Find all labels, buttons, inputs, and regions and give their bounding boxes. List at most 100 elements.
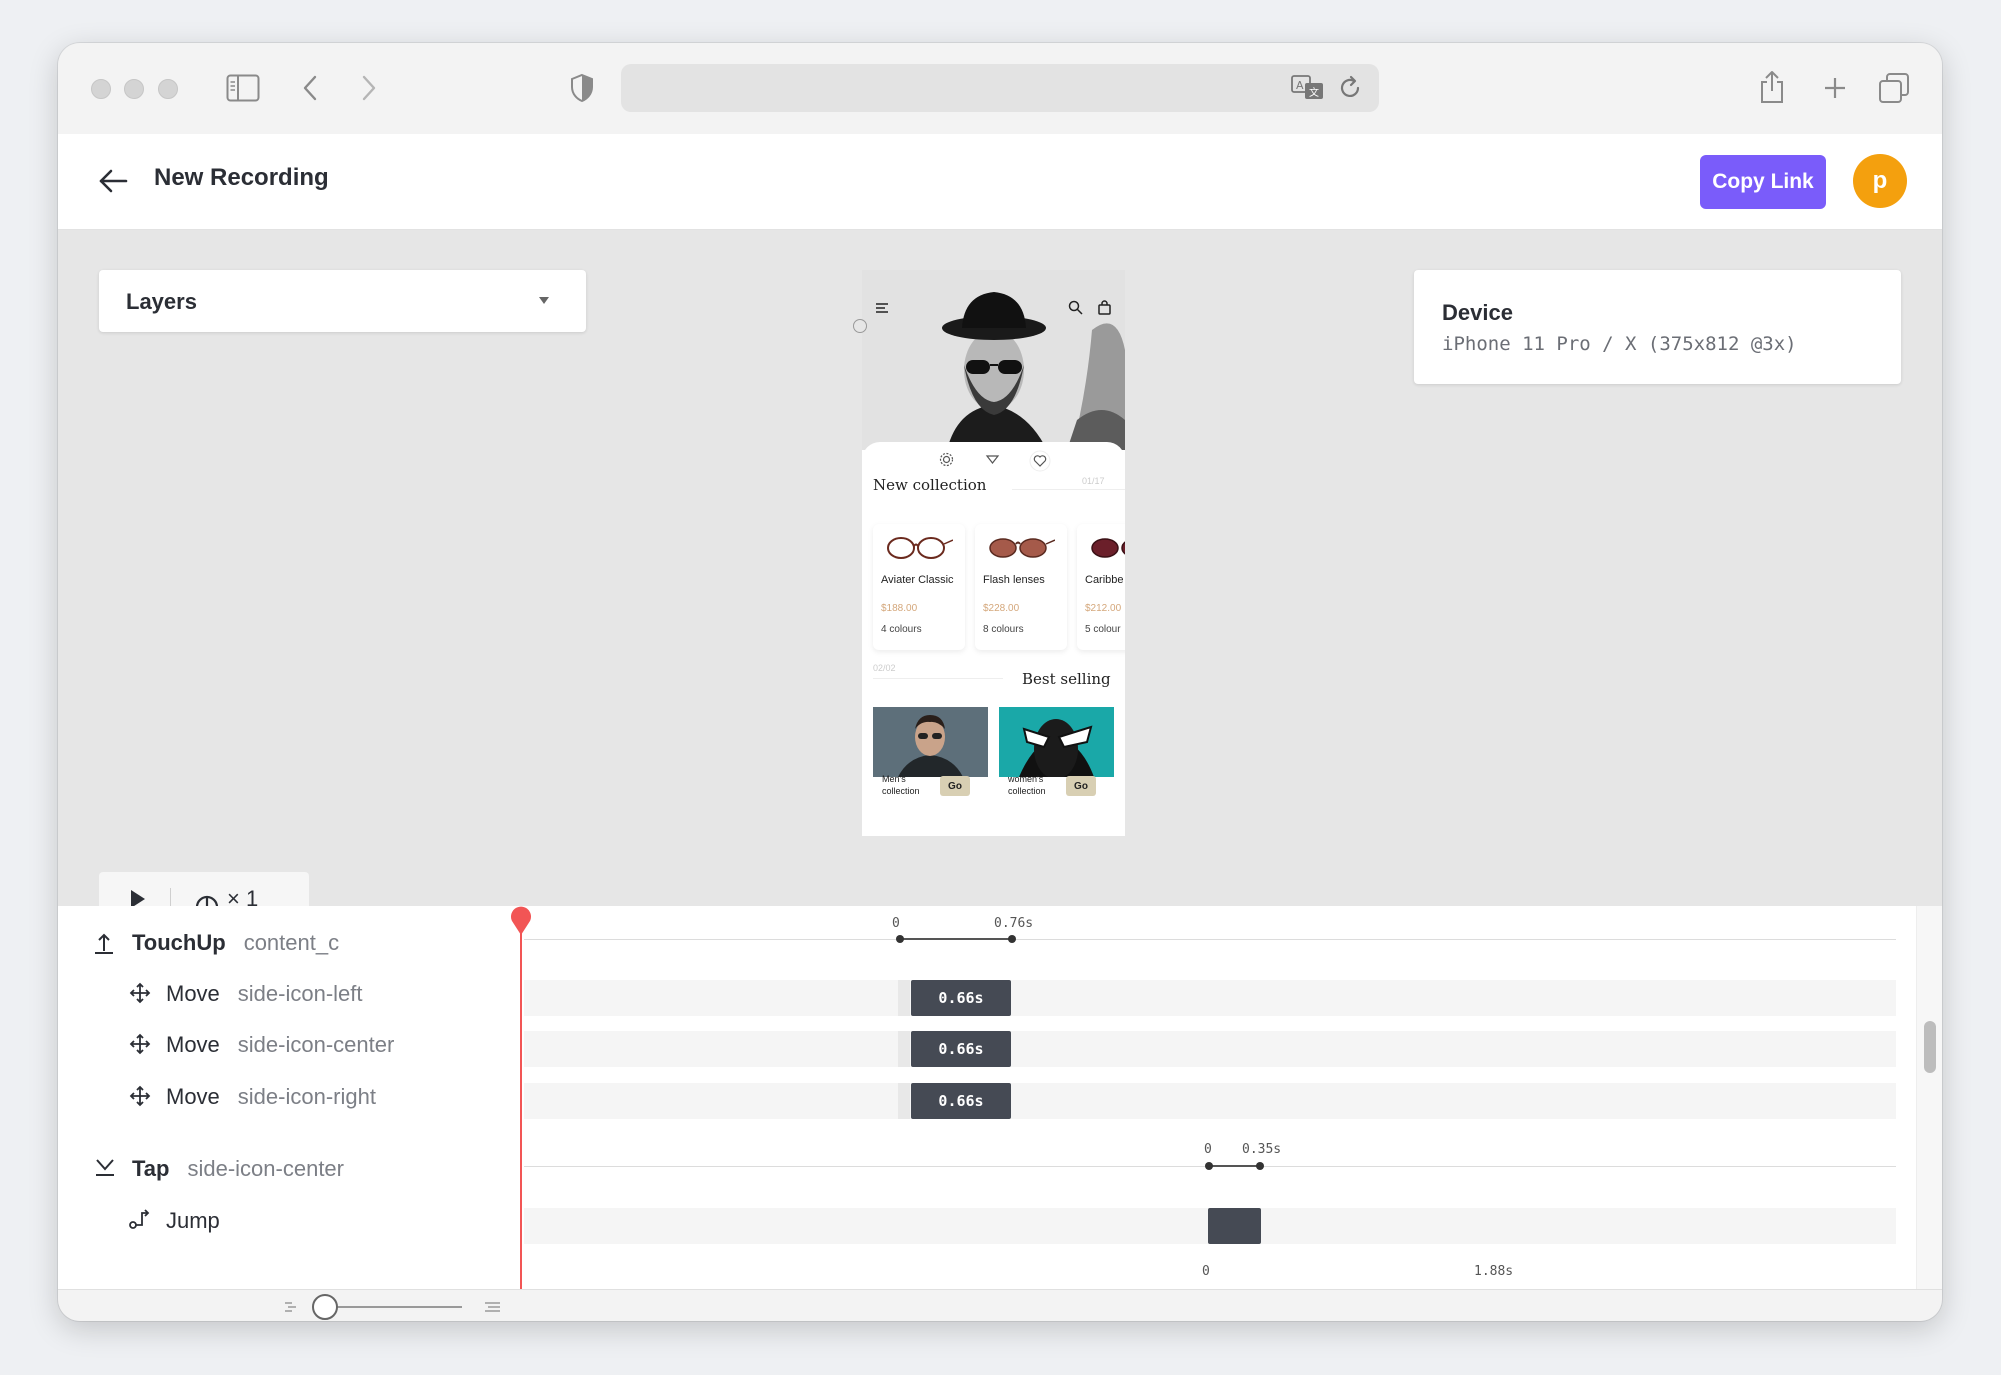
event-type: Move bbox=[166, 1032, 220, 1057]
product-price: $228.00 bbox=[983, 603, 1020, 614]
timeline-bar[interactable]: 0.66s bbox=[911, 980, 1011, 1016]
bar-delay bbox=[898, 1083, 910, 1119]
svg-text:A: A bbox=[1296, 79, 1304, 92]
go-button[interactable]: Go bbox=[1066, 776, 1096, 796]
go-button[interactable]: Go bbox=[940, 776, 970, 796]
layers-dropdown[interactable]: Layers bbox=[99, 270, 586, 332]
event-target: side-icon-right bbox=[237, 1084, 376, 1109]
axis-end-label: 0.35s bbox=[1242, 1142, 1282, 1157]
product-colours: 8 colours bbox=[983, 624, 1024, 635]
product-card[interactable]: Caribbe $212.00 5 colour bbox=[1077, 524, 1125, 650]
share-icon[interactable] bbox=[1758, 69, 1786, 105]
close-window-button[interactable] bbox=[91, 79, 111, 99]
event-row-tap[interactable]: Tap side-icon-center bbox=[132, 1156, 344, 1182]
avatar[interactable]: p bbox=[1853, 154, 1907, 208]
event-target: side-icon-center bbox=[187, 1156, 344, 1181]
browser-toolbar: A 文 bbox=[58, 43, 1942, 135]
womens-collection-label: women's collection bbox=[1008, 774, 1046, 796]
phone-preview[interactable]: New collection 01/17 Aviater Classic $18… bbox=[862, 270, 1125, 836]
event-row-jump[interactable]: Jump bbox=[166, 1208, 220, 1234]
timeline-axis bbox=[524, 939, 1896, 940]
timeline-bar[interactable] bbox=[1208, 1208, 1261, 1244]
back-arrow-icon[interactable] bbox=[98, 168, 128, 194]
bar-delay bbox=[898, 1031, 910, 1067]
menu-icon[interactable] bbox=[875, 302, 889, 314]
model-portrait-image bbox=[862, 270, 1125, 450]
jump-icon bbox=[129, 1209, 150, 1229]
axis-start-label: 0 bbox=[892, 916, 900, 931]
axis-range-end-dot[interactable] bbox=[1008, 935, 1016, 943]
event-row-move-center[interactable]: Move side-icon-center bbox=[166, 1032, 394, 1058]
privacy-shield-icon[interactable] bbox=[569, 73, 595, 103]
best-page-indicator: 02/02 bbox=[873, 663, 896, 673]
timeline-bar[interactable]: 0.66s bbox=[911, 1031, 1011, 1067]
page-indicator: 01/17 bbox=[1082, 476, 1105, 486]
product-name: Aviater Classic bbox=[881, 574, 954, 586]
move-icon bbox=[129, 1033, 151, 1055]
device-info-card: Device iPhone 11 Pro / X (375x812 @3x) bbox=[1414, 270, 1901, 384]
mens-collection-image[interactable] bbox=[873, 707, 988, 777]
section-title-new-collection: New collection bbox=[873, 476, 987, 494]
glasses-image bbox=[1091, 538, 1125, 558]
event-type: Move bbox=[166, 981, 220, 1006]
browser-window: A 文 New Recording Copy Link p Layers New… bbox=[58, 43, 1942, 1321]
zoom-out-icon[interactable] bbox=[284, 1300, 300, 1314]
timeline-track bbox=[524, 980, 1896, 1016]
reload-icon[interactable] bbox=[1337, 75, 1363, 101]
womens-collection-image[interactable] bbox=[999, 707, 1114, 777]
side-icon-center[interactable] bbox=[985, 452, 1000, 467]
timeline-track bbox=[524, 1083, 1896, 1119]
divider bbox=[1012, 489, 1125, 490]
zoom-window-button[interactable] bbox=[158, 79, 178, 99]
mens-collection-label: Men's collection bbox=[882, 774, 920, 796]
timeline-scrollbar[interactable] bbox=[1916, 906, 1942, 1289]
event-type: Tap bbox=[132, 1156, 170, 1181]
glasses-image bbox=[989, 538, 1055, 558]
event-row-move-right[interactable]: Move side-icon-right bbox=[166, 1084, 376, 1110]
scrollbar-thumb[interactable] bbox=[1924, 1021, 1936, 1073]
axis-start-label: 0 bbox=[1204, 1142, 1212, 1157]
axis-range-start-dot[interactable] bbox=[1205, 1162, 1213, 1170]
preview-canvas: Layers New collection 01/17 Aviater Clas… bbox=[58, 230, 1942, 926]
event-type: TouchUp bbox=[132, 930, 226, 955]
minimize-window-button[interactable] bbox=[124, 79, 144, 99]
event-row-touchup[interactable]: TouchUp content_c bbox=[132, 930, 339, 956]
axis-range bbox=[899, 938, 1011, 940]
zoom-in-icon[interactable] bbox=[484, 1300, 502, 1314]
forward-nav-icon[interactable] bbox=[360, 74, 378, 102]
product-card[interactable]: Flash lenses $228.00 8 colours bbox=[975, 524, 1067, 650]
event-target: side-icon-center bbox=[237, 1032, 395, 1057]
side-icon-right[interactable] bbox=[1029, 450, 1051, 472]
translate-icon[interactable]: A 文 bbox=[1291, 75, 1325, 101]
sidebar-toggle-icon[interactable] bbox=[226, 74, 260, 102]
address-bar[interactable]: A 文 bbox=[621, 64, 1379, 112]
new-tab-icon[interactable] bbox=[1822, 75, 1848, 101]
axis-range-end-dot[interactable] bbox=[1256, 1162, 1264, 1170]
copy-link-button[interactable]: Copy Link bbox=[1700, 155, 1826, 209]
touch-point-indicator bbox=[853, 319, 867, 333]
shopping-bag-icon[interactable] bbox=[1098, 300, 1111, 315]
device-title: Device bbox=[1442, 300, 1513, 325]
timeline-bar[interactable]: 0.66s bbox=[911, 1083, 1011, 1119]
tab-overview-icon[interactable] bbox=[1878, 72, 1910, 104]
axis-range-start-dot[interactable] bbox=[896, 935, 904, 943]
back-nav-icon[interactable] bbox=[301, 74, 319, 102]
search-icon[interactable] bbox=[1068, 300, 1083, 315]
product-name: Caribbe bbox=[1085, 574, 1124, 586]
caret-down-icon bbox=[539, 297, 549, 304]
playhead-handle-icon[interactable] bbox=[509, 906, 533, 936]
timeline-track bbox=[524, 1031, 1896, 1067]
event-row-move-left[interactable]: Move side-icon-left bbox=[166, 981, 363, 1007]
product-card[interactable]: Aviater Classic $188.00 4 colours bbox=[873, 524, 965, 650]
side-icon-left[interactable] bbox=[939, 452, 954, 467]
zoom-slider-thumb[interactable] bbox=[312, 1294, 338, 1320]
bar-delay bbox=[898, 980, 910, 1016]
zoom-bar bbox=[58, 1289, 1942, 1321]
app-header: New Recording Copy Link p bbox=[58, 134, 1942, 230]
playhead-line bbox=[520, 916, 522, 1289]
event-type: Move bbox=[166, 1084, 220, 1109]
layers-dropdown-label: Layers bbox=[126, 289, 197, 314]
move-icon bbox=[129, 1085, 151, 1107]
product-name: Flash lenses bbox=[983, 574, 1045, 586]
device-value: iPhone 11 Pro / X (375x812 @3x) bbox=[1442, 333, 1797, 355]
